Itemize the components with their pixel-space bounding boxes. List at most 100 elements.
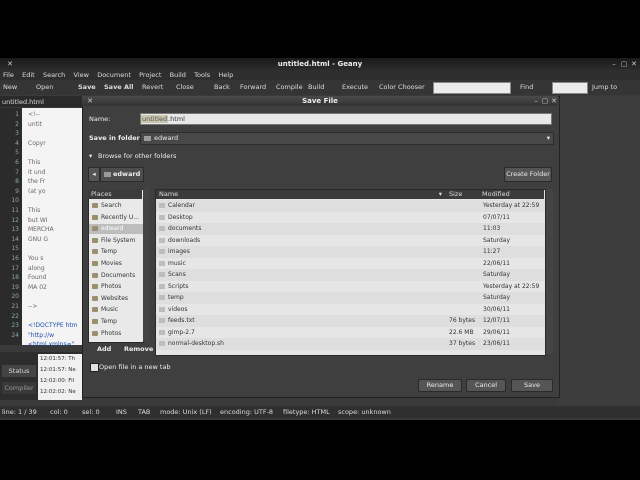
save-button[interactable]: Save — [78, 82, 96, 93]
file-row[interactable]: images 11:27 — [156, 246, 545, 258]
remove-place-button[interactable]: Remove — [124, 345, 153, 353]
place-item[interactable]: Temp — [89, 317, 143, 327]
revert-button[interactable]: Revert — [142, 82, 163, 93]
menu-help[interactable]: Help — [218, 70, 233, 80]
column-name[interactable]: Name ▾ — [156, 190, 446, 199]
color-chooser-button[interactable]: Color Chooser — [379, 82, 425, 93]
create-folder-button[interactable]: Create Folder — [504, 167, 552, 182]
cancel-button[interactable]: Cancel — [466, 379, 506, 392]
rename-button[interactable]: Rename — [418, 379, 462, 392]
line-number: 23 — [11, 322, 19, 330]
file-row[interactable]: normal-desktop.sh 37 bytes 23/06/11 — [156, 338, 545, 350]
menu-search[interactable]: Search — [43, 70, 65, 80]
place-item[interactable]: Music — [89, 305, 143, 315]
place-item[interactable]: Documents — [89, 271, 143, 281]
file-modified: Saturday — [483, 294, 511, 301]
tab-untitled[interactable]: untitled.html — [2, 97, 44, 107]
file-row[interactable]: Calendar Yesterday at 22:59 — [156, 200, 545, 212]
file-icon — [159, 341, 165, 346]
close-icon[interactable]: ✕ — [630, 60, 638, 68]
path-back-button[interactable]: ◂ — [88, 167, 100, 182]
place-icon — [92, 272, 98, 278]
place-item[interactable]: Websites — [89, 294, 143, 304]
maximize-icon[interactable]: ▢ — [620, 60, 628, 68]
file-row[interactable]: Scans Saturday — [156, 269, 545, 281]
tab-status[interactable]: Status — [2, 365, 36, 377]
dialog-minimize-icon[interactable]: – — [532, 97, 540, 105]
dialog-menu-icon[interactable]: ✕ — [86, 97, 94, 105]
place-item[interactable]: Photos — [89, 282, 143, 292]
dialog-close-icon[interactable]: ✕ — [550, 97, 558, 105]
places-list: Search Recently U... edward File System Temp… — [88, 189, 144, 343]
place-item[interactable]: Photos — [89, 329, 143, 339]
status-line: line: 1 / 39 — [2, 408, 37, 416]
menu-project[interactable]: Project — [139, 70, 161, 80]
place-icon — [92, 203, 98, 208]
line-number: 19 — [11, 283, 19, 291]
file-modified: 12/07/11 — [483, 317, 510, 324]
line-number: 4 — [15, 139, 19, 147]
file-row[interactable]: feeds.txt 76 bytes 12/07/11 — [156, 315, 545, 327]
add-place-button[interactable]: Add — [97, 345, 111, 353]
minimize-icon[interactable]: – — [610, 60, 618, 68]
jump-to-button[interactable]: Jump to — [592, 82, 617, 93]
file-row[interactable]: Desktop 07/07/11 — [156, 212, 545, 224]
place-item[interactable]: Search — [89, 201, 143, 211]
search-input[interactable] — [433, 82, 511, 94]
save-all-button[interactable]: Save All — [104, 82, 133, 93]
column-size[interactable]: Size — [446, 190, 479, 199]
code-editor[interactable]: <!-- untit Copyr This it und the Fr (at yo This… — [22, 108, 82, 348]
file-row[interactable]: downloads Saturday — [156, 235, 545, 247]
menu-tools[interactable]: Tools — [194, 70, 210, 80]
close-button[interactable]: Close — [176, 82, 194, 93]
filename-input[interactable]: untitled.html — [140, 113, 552, 125]
build-button[interactable]: Build — [308, 82, 324, 93]
name-label: Name: — [89, 115, 111, 123]
new-button[interactable]: New — [3, 82, 17, 93]
place-label: Documents — [101, 271, 136, 279]
place-item[interactable]: Temp — [89, 247, 143, 257]
code-line: This — [28, 207, 41, 214]
compile-button[interactable]: Compile — [276, 82, 303, 93]
places-header-label: Places — [91, 190, 112, 198]
find-button[interactable]: Find — [520, 82, 533, 93]
path-edward-button[interactable]: edward — [100, 167, 144, 182]
place-label: Music — [101, 306, 119, 314]
menu-file[interactable]: File — [3, 70, 14, 80]
file-row[interactable]: Scripts Yesterday at 22:59 — [156, 281, 545, 293]
place-item[interactable]: Movies — [89, 259, 143, 269]
jump-to-input[interactable] — [552, 82, 588, 94]
forward-button[interactable]: Forward — [240, 82, 266, 93]
line-number: 9 — [15, 187, 19, 195]
menu-build[interactable]: Build — [170, 70, 186, 80]
code-line: This — [28, 159, 41, 166]
open-new-tab-checkbox[interactable] — [90, 363, 99, 372]
places-scrollbar[interactable] — [143, 189, 150, 341]
place-item[interactable]: Recently U... — [89, 213, 143, 223]
menu-view[interactable]: View — [74, 70, 89, 80]
expander-arrow-icon[interactable]: ▾ — [89, 152, 92, 160]
save-dialog-button[interactable]: Save — [511, 379, 553, 392]
column-modified[interactable]: Modified — [479, 190, 544, 199]
tab-compiler[interactable]: Compiler — [2, 382, 36, 394]
back-button[interactable]: Back — [214, 82, 230, 93]
execute-button[interactable]: Execute — [342, 82, 368, 93]
file-row[interactable]: gimp-2.7 22.6 MB 29/06/11 — [156, 327, 545, 339]
save-in-folder-combo[interactable]: edward ▾ — [140, 132, 554, 145]
place-icon — [92, 284, 98, 290]
menu-document[interactable]: Document — [97, 70, 131, 80]
browse-other-folders[interactable]: Browse for other folders — [98, 152, 176, 160]
window-menu-icon[interactable]: ✕ — [6, 60, 14, 68]
open-button[interactable]: Open — [36, 82, 53, 93]
file-row[interactable]: documents 11:03 — [156, 223, 545, 235]
file-row[interactable]: music 22/06/11 — [156, 258, 545, 270]
place-item[interactable]: File System — [89, 236, 143, 246]
place-item[interactable]: edward — [89, 224, 143, 235]
file-list-scrollbar[interactable] — [546, 189, 553, 354]
file-row[interactable]: videos 30/06/11 — [156, 304, 545, 316]
dialog-maximize-icon[interactable]: ▢ — [541, 97, 549, 105]
file-row[interactable]: temp Saturday — [156, 292, 545, 304]
code-line: Copyr — [28, 139, 46, 147]
dialog-title: Save File — [82, 96, 558, 106]
menu-edit[interactable]: Edit — [22, 70, 35, 80]
